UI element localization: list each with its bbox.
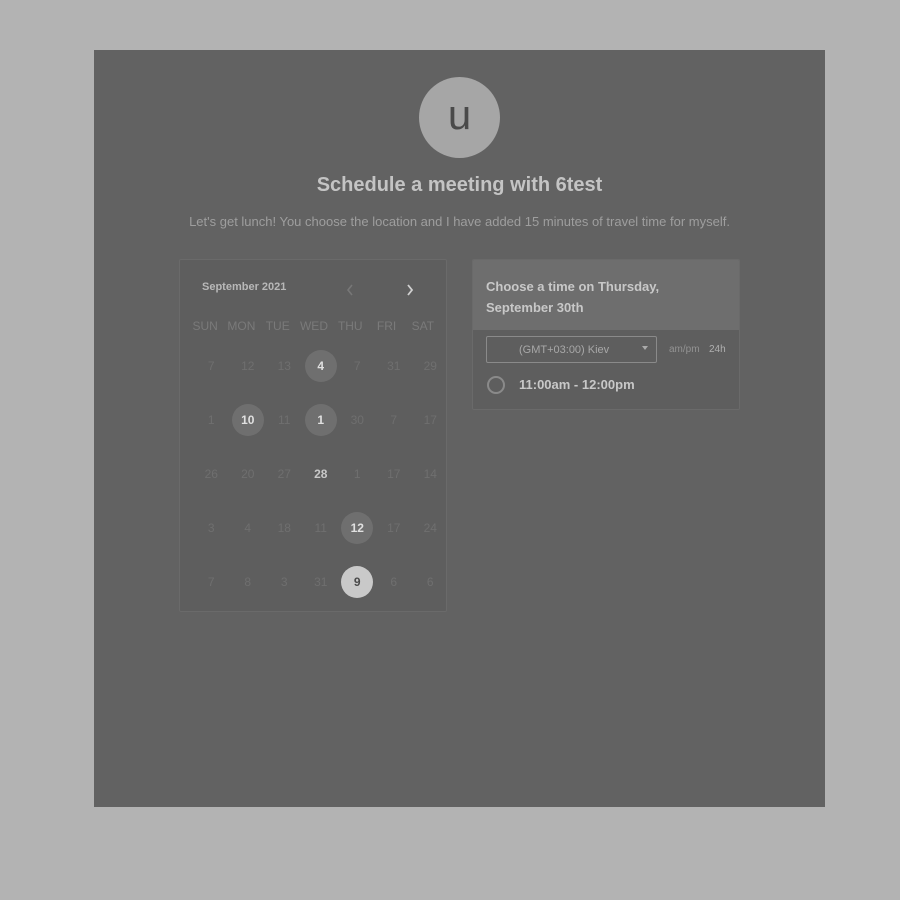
calendar-day-number: 18 <box>277 521 291 535</box>
calendar-day: 13 <box>266 350 303 404</box>
calendar-day-number: 3 <box>207 521 215 535</box>
calendar-day-number: 6 <box>426 575 434 589</box>
format-ampm-toggle[interactable]: am/pm <box>669 344 700 355</box>
calendar-day: 7 <box>339 350 376 404</box>
calendar-day-number: 12 <box>241 359 255 373</box>
calendar-day-number: 31 <box>314 575 328 589</box>
calendar-day: 4 <box>230 512 267 566</box>
caret-down-icon <box>642 346 648 350</box>
calendar-day: 8 <box>230 566 267 620</box>
calendar-day-number: 1 <box>207 413 215 427</box>
calendar-day: 30 <box>339 404 376 458</box>
calendar-days-grid: 7 12 13 4 7 31 29 1 10 11 1 30 7 17 26 20 27 28 1 17 14 3 4 18 1… <box>193 350 449 620</box>
calendar-day-number: 11 <box>314 521 327 535</box>
calendar-day: 17 <box>376 512 413 566</box>
time-picker-panel: Choose a time on Thursday, September 30t… <box>472 259 740 410</box>
calendar-day: 12 <box>230 350 267 404</box>
timezone-row: (GMT+03:00) Kiev am/pm 24h <box>473 330 739 366</box>
calendar-day-number: 26 <box>204 467 218 481</box>
chevron-left-icon[interactable] <box>341 280 359 300</box>
weekday-header: SUN MON TUE WED THU FRI SAT <box>187 319 441 333</box>
calendar-day-number: 12 <box>341 512 374 544</box>
calendar-day-number: 7 <box>207 575 215 589</box>
weekday-label: TUE <box>265 319 290 333</box>
calendar-day[interactable]: 12 <box>339 512 376 566</box>
calendar-day: 11 <box>266 404 303 458</box>
calendar-day: 31 <box>303 566 340 620</box>
calendar-day-number: 17 <box>387 521 401 535</box>
calendar-day-number: 24 <box>423 521 437 535</box>
calendar-day: 17 <box>412 404 449 458</box>
calendar-day: 14 <box>412 458 449 512</box>
calendar-day: 1 <box>339 458 376 512</box>
calendar-day-number: 29 <box>423 359 437 373</box>
weekday-label: MON <box>227 319 256 333</box>
calendar-day-selected[interactable]: 9 <box>339 566 376 620</box>
calendar-day-number: 7 <box>353 359 361 373</box>
weekday-label: FRI <box>376 319 397 333</box>
calendar-day[interactable]: 10 <box>230 404 267 458</box>
calendar-day-number: 8 <box>244 575 252 589</box>
calendar-day-number: 7 <box>207 359 215 373</box>
calendar-day: 27 <box>266 458 303 512</box>
booking-card: u Schedule a meeting with 6test Let's ge… <box>94 50 825 807</box>
calendar-day: 29 <box>412 350 449 404</box>
weekday-label: SUN <box>192 319 218 333</box>
calendar-day-number: 1 <box>304 404 337 436</box>
weekday-label: THU <box>337 319 363 333</box>
calendar-day-number: 28 <box>314 467 328 481</box>
weekday-label: WED <box>299 319 328 333</box>
calendar-day: 3 <box>266 566 303 620</box>
chevron-right-icon[interactable] <box>401 280 419 300</box>
calendar-day: 7 <box>193 350 230 404</box>
avatar: u <box>419 77 500 158</box>
calendar-day: 24 <box>412 512 449 566</box>
calendar: September 2021 SUN MON TUE WED THU FRI S… <box>179 259 447 612</box>
calendar-day: 28 <box>303 458 340 512</box>
calendar-day[interactable]: 1 <box>303 404 340 458</box>
calendar-day: 1 <box>193 404 230 458</box>
calendar-day-number: 30 <box>350 413 364 427</box>
calendar-day[interactable]: 4 <box>303 350 340 404</box>
calendar-day: 3 <box>193 512 230 566</box>
calendar-day: 7 <box>376 404 413 458</box>
calendar-day-number: 4 <box>304 350 337 382</box>
calendar-month-label: September 2021 <box>202 281 287 293</box>
calendar-day: 20 <box>230 458 267 512</box>
calendar-day: 26 <box>193 458 230 512</box>
calendar-day-number: 7 <box>390 413 398 427</box>
calendar-day-number: 17 <box>387 467 401 481</box>
time-picker-header: Choose a time on Thursday, September 30t… <box>473 260 739 330</box>
calendar-day: 6 <box>412 566 449 620</box>
calendar-day-number: 6 <box>390 575 398 589</box>
calendar-day-number: 14 <box>423 467 437 481</box>
calendar-day-number: 31 <box>387 359 401 373</box>
calendar-day-number: 10 <box>231 404 264 436</box>
avatar-initial: u <box>447 90 472 138</box>
calendar-day: 6 <box>376 566 413 620</box>
time-slot[interactable]: 11:00am - 12:00pm <box>473 366 739 406</box>
calendar-day-number: 9 <box>341 566 374 598</box>
calendar-day-number: 20 <box>241 467 255 481</box>
format-24h-toggle[interactable]: 24h <box>709 344 726 355</box>
time-slot-label: 11:00am - 12:00pm <box>519 377 635 392</box>
page-subtitle: Let's get lunch! You choose the location… <box>189 214 730 229</box>
calendar-day: 11 <box>303 512 340 566</box>
calendar-day-number: 11 <box>278 413 291 427</box>
timezone-select[interactable]: (GMT+03:00) Kiev <box>486 336 657 363</box>
calendar-day: 17 <box>376 458 413 512</box>
calendar-day-number: 4 <box>244 521 252 535</box>
calendar-day: 18 <box>266 512 303 566</box>
page-title: Schedule a meeting with 6test <box>316 174 603 196</box>
radio-icon[interactable] <box>487 376 505 394</box>
calendar-day: 31 <box>376 350 413 404</box>
weekday-label: SAT <box>411 319 435 333</box>
calendar-day-number: 13 <box>277 359 291 373</box>
calendar-day-number: 27 <box>277 467 291 481</box>
timezone-value: (GMT+03:00) Kiev <box>519 343 610 356</box>
calendar-day-number: 17 <box>423 413 437 427</box>
calendar-day: 7 <box>193 566 230 620</box>
calendar-day-number: 1 <box>353 467 361 481</box>
calendar-day-number: 3 <box>280 575 288 589</box>
